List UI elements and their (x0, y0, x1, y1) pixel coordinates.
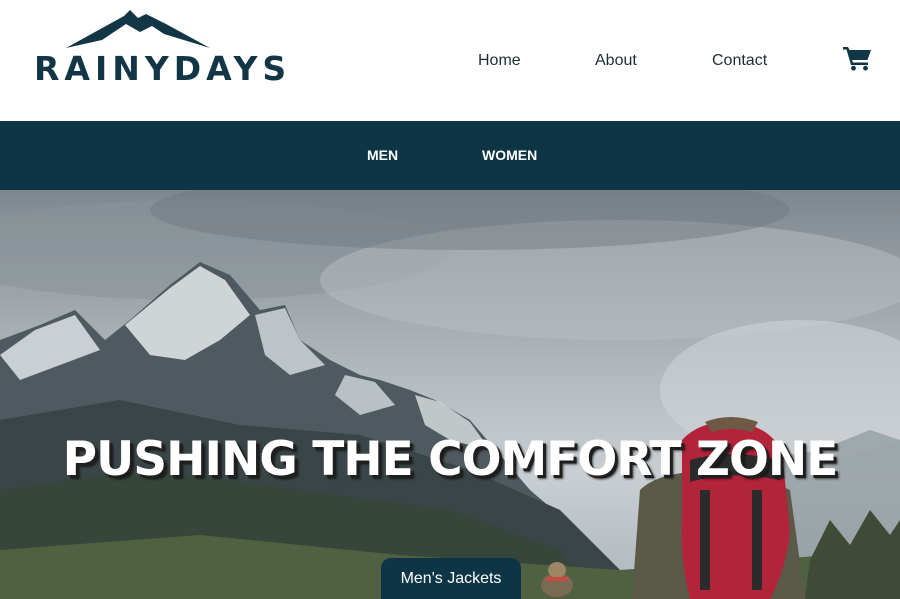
logo[interactable]: RAINYDAYS (34, 10, 292, 90)
category-women-link[interactable]: WOMEN (482, 145, 537, 165)
mens-jackets-button[interactable]: Men's Jackets (381, 558, 521, 599)
category-men-link[interactable]: MEN (367, 145, 398, 165)
hero-section: PUSHING THE COMFORT ZONE Men's Jackets (0, 190, 900, 599)
hero-headline: PUSHING THE COMFORT ZONE (62, 432, 839, 487)
logo-text: RAINYDAYS (34, 49, 292, 88)
site-header: RAINYDAYS Home About Contact (0, 0, 900, 121)
nav-contact-link[interactable]: Contact (712, 50, 767, 72)
nav-home-link[interactable]: Home (478, 50, 521, 72)
nav-about-link[interactable]: About (595, 50, 637, 72)
category-bar: MEN WOMEN (0, 121, 900, 190)
mountain-logo-icon (66, 10, 210, 48)
hero-mountain-image (0, 190, 900, 599)
shopping-cart-icon[interactable] (843, 45, 872, 71)
